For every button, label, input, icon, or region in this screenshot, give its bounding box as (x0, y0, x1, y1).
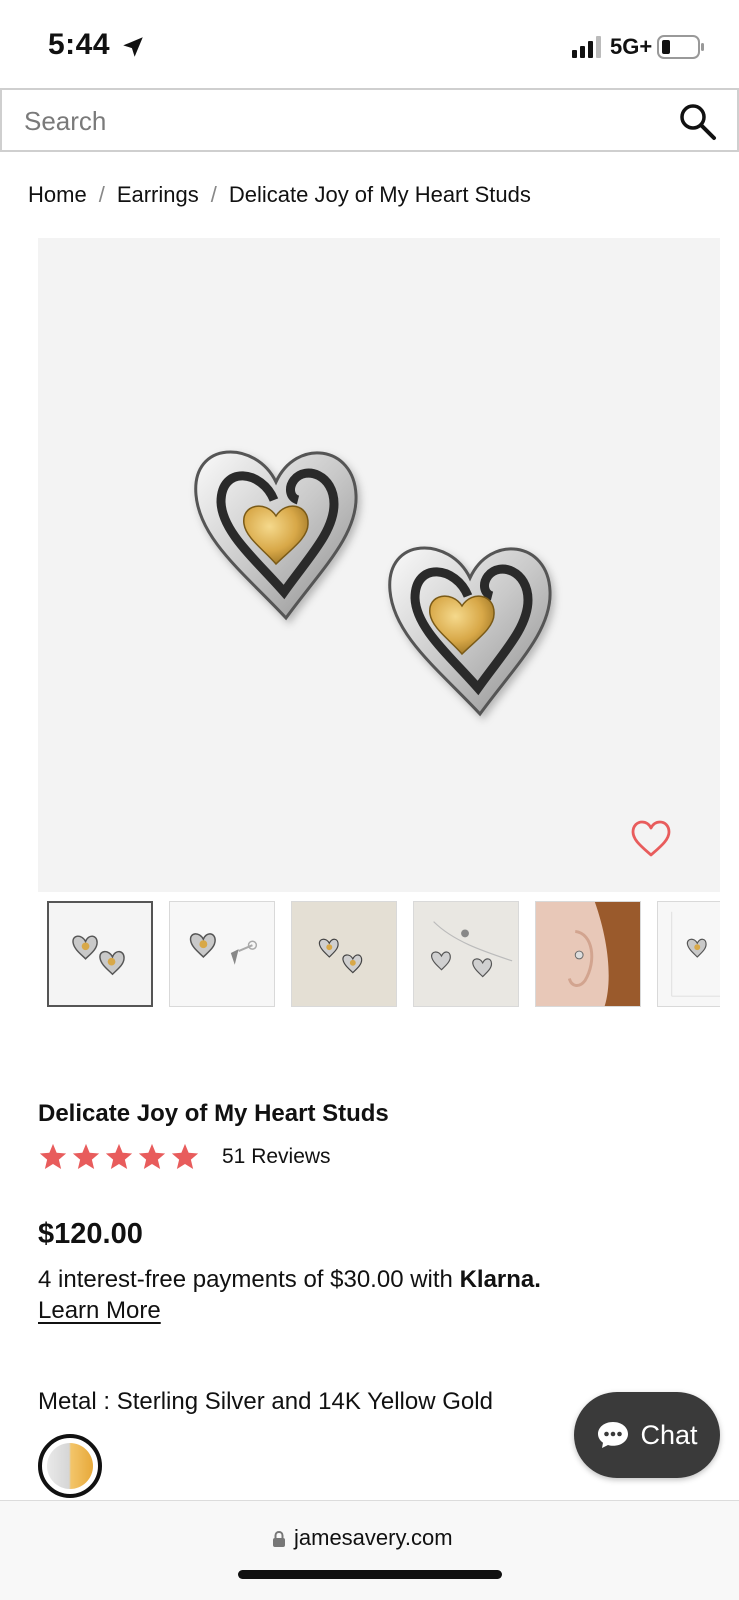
thumbnail-6[interactable] (657, 901, 720, 1007)
cellular-signal-icon (572, 36, 601, 58)
heart-outline-icon[interactable] (630, 820, 672, 858)
search-icon[interactable] (678, 102, 718, 142)
lock-icon (273, 1530, 285, 1547)
star-icon (105, 1143, 133, 1169)
battery-icon (657, 35, 704, 59)
thumbnail-5[interactable] (535, 901, 641, 1007)
thumbnail-3[interactable] (291, 901, 397, 1007)
search-bar (0, 88, 739, 152)
breadcrumb-current: Delicate Joy of My Heart Studs (228, 182, 531, 207)
star-rating (38, 1142, 200, 1172)
product-title: Delicate Joy of My Heart Studs (38, 1100, 389, 1127)
star-icon (72, 1143, 100, 1169)
home-indicator[interactable] (238, 1570, 502, 1579)
breadcrumb-separator: / (98, 182, 105, 207)
metal-swatch-color (47, 1443, 93, 1489)
chat-button[interactable]: Chat (574, 1392, 720, 1478)
thumbnail-1[interactable] (47, 901, 153, 1007)
breadcrumb-earrings[interactable]: Earrings (117, 182, 199, 208)
review-count-link[interactable]: 51 Reviews (222, 1145, 331, 1169)
location-arrow-icon (123, 37, 143, 57)
metal-label: Metal : Sterling Silver and 14K Yellow G… (38, 1388, 493, 1415)
klarna-payment-text: 4 interest-free payments of $30.00 with (38, 1266, 453, 1293)
chat-bubble-icon (598, 1422, 629, 1448)
product-price: $120.00 (38, 1218, 143, 1250)
thumbnail-4[interactable] (413, 901, 519, 1007)
chat-label: Chat (640, 1419, 698, 1450)
thumbnail-2[interactable] (169, 901, 275, 1007)
star-icon (39, 1143, 67, 1169)
earring-left (194, 450, 358, 621)
metal-swatch-selected[interactable] (38, 1434, 102, 1498)
product-rating[interactable]: 51 Reviews (38, 1142, 331, 1172)
breadcrumb-home[interactable]: Home (28, 182, 87, 208)
klarna-logo: Klarna. (459, 1266, 541, 1293)
earrings-illustration (194, 450, 552, 717)
url-domain: jamesavery.com (294, 1525, 453, 1550)
earring-right (388, 546, 552, 717)
learn-more-link[interactable]: Learn More (38, 1297, 161, 1325)
search-input[interactable] (24, 100, 624, 142)
star-icon (171, 1143, 199, 1169)
breadcrumb: Home / Earrings / Delicate Joy of My Hea… (28, 182, 531, 208)
breadcrumb-separator: / (210, 182, 217, 207)
status-time: 5:44 (48, 28, 111, 61)
star-icon (138, 1143, 166, 1169)
product-main-image[interactable] (38, 238, 720, 892)
network-label: 5G+ (610, 34, 653, 59)
klarna-financing-text: 4 interest-free payments of $30.00 with … (38, 1266, 541, 1294)
status-bar: 5:44 5G+ (0, 0, 739, 88)
browser-url-bar[interactable]: jamesavery.com (0, 1500, 739, 1600)
thumbnail-strip (47, 901, 720, 1007)
